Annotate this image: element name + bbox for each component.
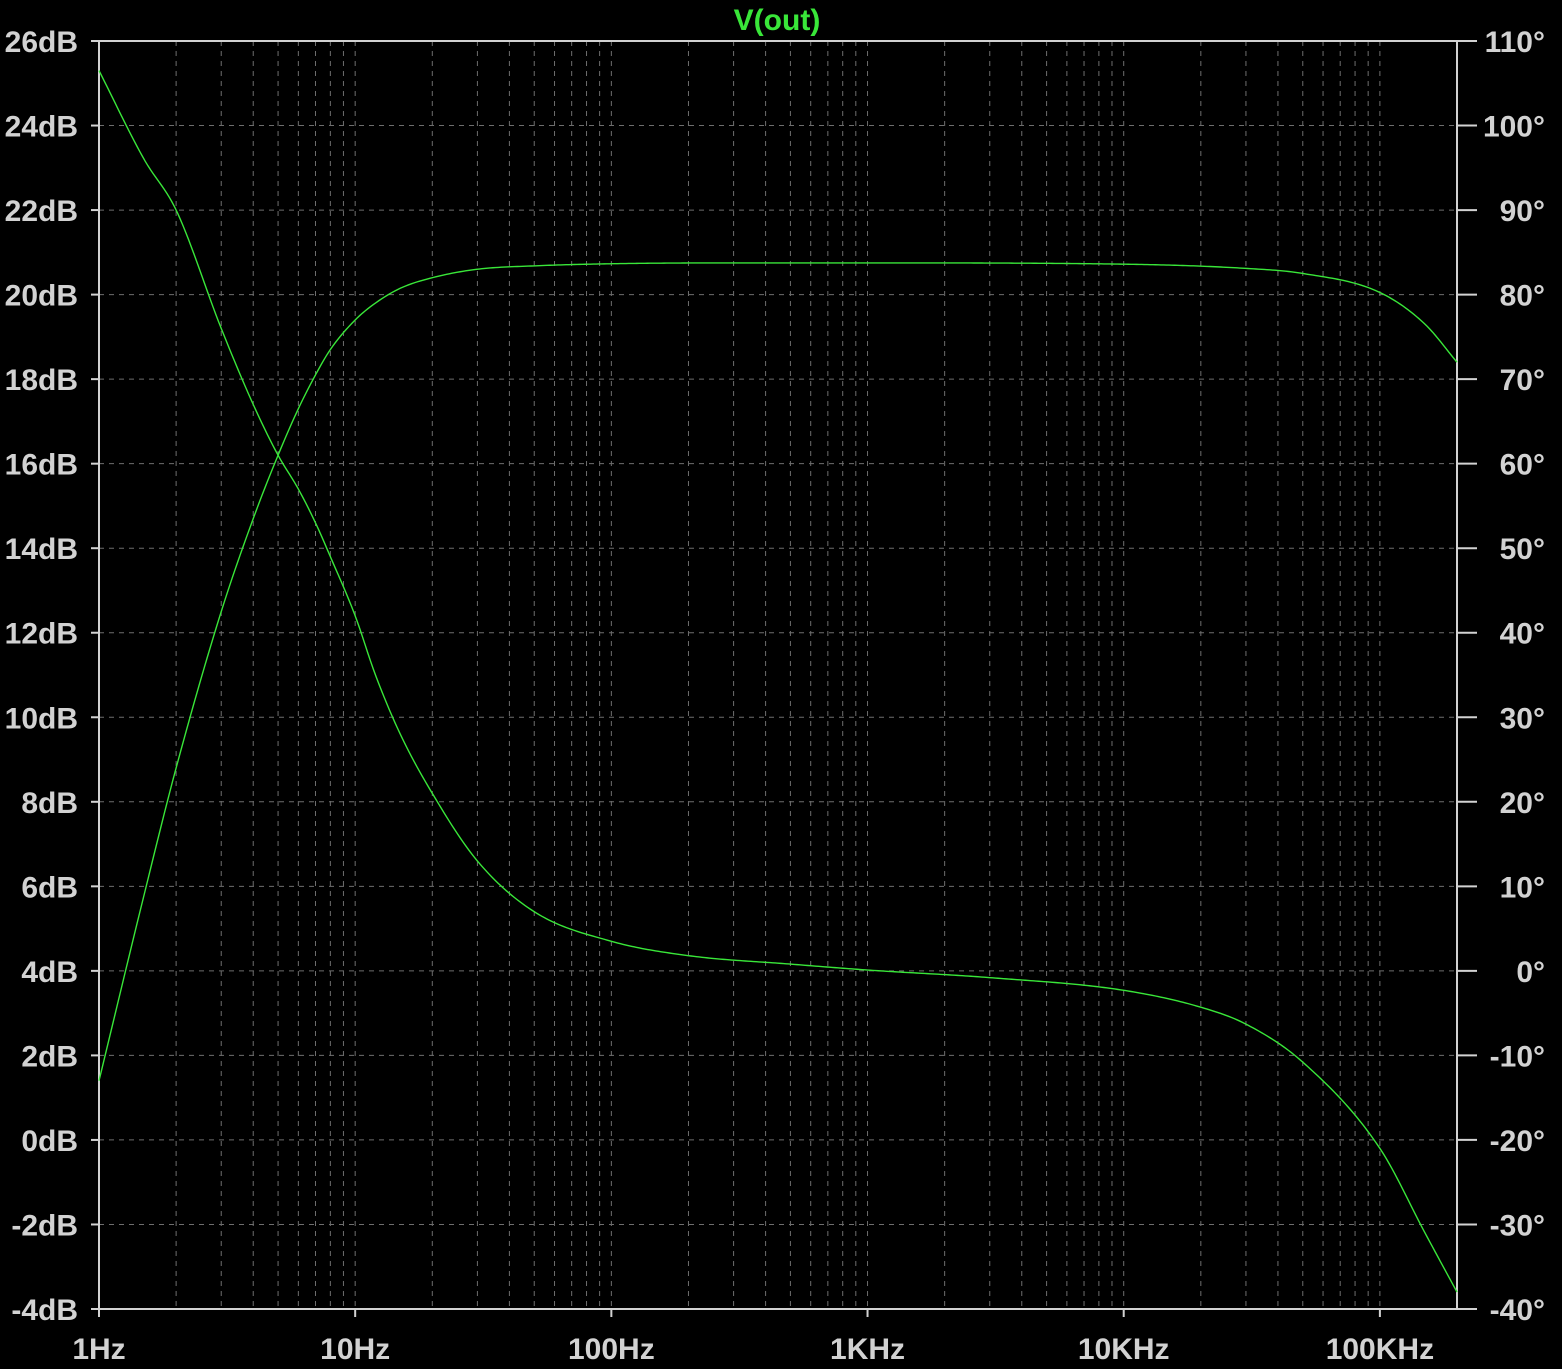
left-tick-label-10: 16dB — [5, 449, 78, 482]
right-tick-label-7: 30° — [1500, 702, 1545, 735]
right-tick-label-1: -30° — [1490, 1209, 1545, 1242]
left-tick-label-2: 0dB — [21, 1125, 78, 1158]
left-tick-label-14: 24dB — [5, 111, 78, 144]
right-tick-label-2: -20° — [1490, 1125, 1545, 1158]
axis-labels: -4dB -2dB 0dB 2dB 4dB 6dB 8dB 10dB 12dB 14dB 16dB 1… — [5, 26, 1545, 1366]
left-tick-label-12: 20dB — [5, 280, 78, 313]
right-tick-label-5: 10° — [1500, 871, 1545, 904]
left-tick-label-1: -2dB — [11, 1209, 78, 1242]
left-tick-label-6: 8dB — [21, 787, 78, 820]
x-tick-label-0: 1Hz — [72, 1333, 125, 1366]
x-tick-label-2: 100Hz — [568, 1333, 655, 1366]
right-tick-label-6: 20° — [1500, 787, 1545, 820]
right-tick-label-15: 110° — [1485, 26, 1545, 59]
traces — [98, 70, 1458, 1293]
phase-trace — [98, 70, 1458, 1293]
right-tick-label-11: 70° — [1500, 364, 1545, 397]
left-tick-label-15: 26dB — [5, 26, 78, 59]
bode-plot: -4dB -2dB 0dB 2dB 4dB 6dB 8dB 10dB 12dB 14dB 16dB 1… — [5, 4, 1545, 1366]
axis-ticks — [91, 40, 1477, 1317]
right-tick-label-3: -10° — [1490, 1040, 1545, 1073]
x-tick-label-1: 10Hz — [320, 1333, 390, 1366]
grid-lines — [99, 41, 1457, 1309]
left-tick-label-0: -4dB — [11, 1294, 78, 1327]
magnitude-trace — [98, 262, 1458, 1081]
right-tick-label-14: 100° — [1483, 111, 1545, 144]
left-tick-label-4: 4dB — [21, 956, 78, 989]
right-tick-label-8: 40° — [1500, 618, 1545, 651]
plot-frame — [98, 40, 1458, 1310]
right-tick-label-4: 0° — [1516, 956, 1545, 989]
left-tick-label-8: 12dB — [5, 618, 78, 651]
right-tick-label-9: 50° — [1500, 533, 1545, 566]
left-tick-label-13: 22dB — [5, 195, 78, 228]
chart-title: V(out) — [734, 4, 821, 37]
right-tick-label-10: 60° — [1500, 449, 1545, 482]
x-tick-label-3: 1KHz — [830, 1333, 905, 1366]
x-tick-label-4: 10KHz — [1078, 1333, 1170, 1366]
x-tick-label-5: 100KHz — [1326, 1333, 1434, 1366]
right-tick-label-12: 80° — [1500, 280, 1545, 313]
left-tick-label-5: 6dB — [21, 871, 78, 904]
right-tick-label-13: 90° — [1500, 195, 1545, 228]
left-tick-label-7: 10dB — [5, 702, 78, 735]
left-tick-label-3: 2dB — [21, 1040, 78, 1073]
left-tick-label-9: 14dB — [5, 533, 78, 566]
left-tick-label-11: 18dB — [5, 364, 78, 397]
right-tick-label-0: -40° — [1490, 1294, 1545, 1327]
